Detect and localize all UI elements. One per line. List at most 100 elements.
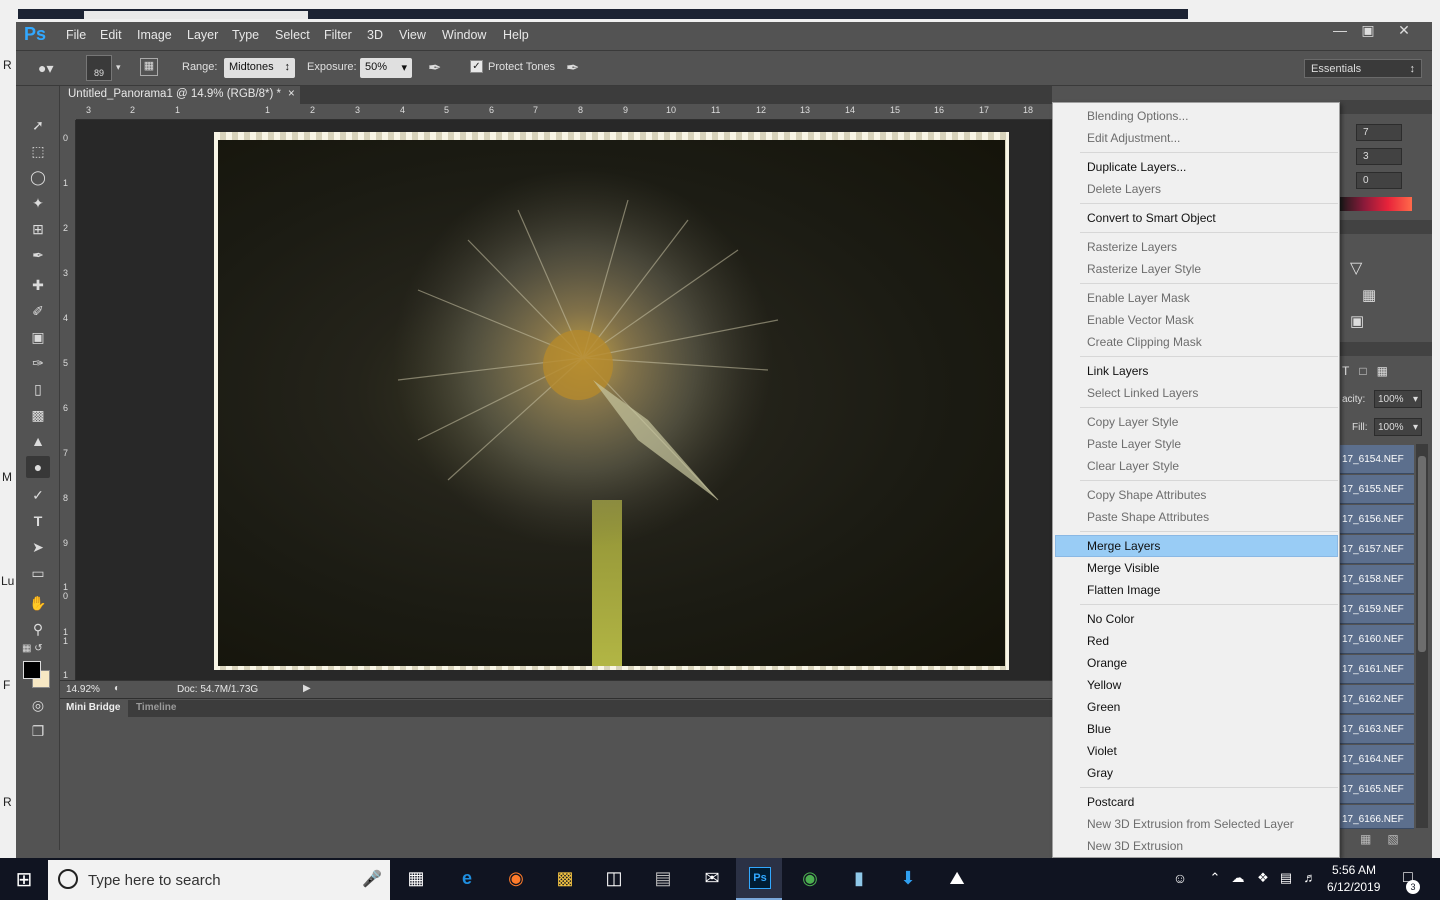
download-icon[interactable]: ⬇ [896,866,920,890]
clock-date[interactable]: 6/12/2019 [1327,880,1380,894]
layer-row[interactable]: 17_6158.NEF [1340,565,1414,594]
menu-filter[interactable]: Filter [324,28,352,42]
dropbox-icon[interactable]: ❖ [1251,866,1275,890]
maximize-button[interactable]: ▣ [1350,22,1386,42]
sponge-tool-preset-icon[interactable]: ●▾ [38,60,68,76]
photoshop-icon[interactable]: Ps [749,867,771,889]
opacity-field[interactable]: 100% ▾ [1374,390,1422,408]
people-icon[interactable]: ☺ [1168,866,1192,890]
zoom-level[interactable]: 14.92% [66,684,100,695]
app-icon[interactable]: ▤ [651,866,675,890]
network-icon[interactable]: ▤ [1274,866,1298,890]
gradient-map-icon[interactable]: ▣ [1350,312,1364,330]
history-brush-tool-icon[interactable]: ✑ [26,352,50,374]
layer-footer-icons[interactable]: ▦▧ [1340,830,1432,850]
menu-3d[interactable]: 3D [367,28,383,42]
table-adjustment-icon[interactable]: ▦ [1362,286,1376,304]
menu-item-blue[interactable]: Blue [1087,722,1111,736]
menu-item-enable-layer-mask[interactable]: Enable Layer Mask [1087,291,1190,305]
fill-field[interactable]: 100% ▾ [1374,418,1422,436]
layer-row[interactable]: 17_6160.NEF [1340,625,1414,654]
menu-item-violet[interactable]: Violet [1087,744,1117,758]
layer-row[interactable]: 17_6165.NEF [1340,775,1414,804]
layer-filter-icons[interactable]: T□▦ [1342,364,1398,378]
menu-item-red[interactable]: Red [1087,634,1109,648]
menu-item-paste-layer-style[interactable]: Paste Layer Style [1087,437,1181,451]
quick-mask-icon[interactable]: ◎ [26,694,50,716]
menu-item-merge-visible[interactable]: Merge Visible [1087,561,1159,575]
notes-icon[interactable]: ▮ [847,866,871,890]
menu-item-rasterize-layers[interactable]: Rasterize Layers [1087,240,1177,254]
menu-item-blending-options[interactable]: Blending Options... [1087,109,1188,123]
menu-view[interactable]: View [399,28,426,42]
eyedropper-tool-icon[interactable]: ✒ [26,244,50,266]
healing-brush-tool-icon[interactable]: ✚ [26,274,50,296]
layer-row[interactable]: 17_6155.NEF [1340,475,1414,504]
menu-item-duplicate-layers[interactable]: Duplicate Layers... [1087,160,1186,174]
menu-item-postcard[interactable]: Postcard [1087,795,1134,809]
start-icon[interactable]: ⊞ [12,868,36,892]
menu-item-orange[interactable]: Orange [1087,656,1127,670]
layer-row[interactable]: 17_6159.NEF [1340,595,1414,624]
store-icon[interactable]: ◫ [602,866,626,890]
path-select-tool-icon[interactable]: ➤ [26,536,50,558]
brush-panel-icon[interactable]: ▦ [140,58,158,76]
hand-tool-icon[interactable]: ✋ [26,592,50,614]
quick-select-tool-icon[interactable]: ✦ [26,192,50,214]
brush-size-picker[interactable]: 89 [86,55,112,81]
menu-item-edit-adjustment[interactable]: Edit Adjustment... [1087,131,1180,145]
menu-item-enable-vector-mask[interactable]: Enable Vector Mask [1087,313,1194,327]
microphone-icon[interactable]: 🎤 [362,869,382,889]
brush-tool-icon[interactable]: ✐ [26,300,50,322]
layer-row[interactable]: 17_6166.NEF [1340,805,1414,829]
gradient-tool-icon[interactable]: ▩ [26,404,50,426]
zoom-tool-icon[interactable]: ⚲ [26,618,50,640]
tab-timeline[interactable]: Timeline [136,702,176,713]
menu-item-paste-shape-attributes[interactable]: Paste Shape Attributes [1087,510,1209,524]
blue-value-field[interactable]: 0 [1356,172,1402,189]
menu-item-select-linked-layers[interactable]: Select Linked Layers [1087,386,1198,400]
task-view-icon[interactable]: ▦ [404,866,428,890]
default-colors-icon[interactable]: ▦ ↺ [22,643,43,654]
menu-item-no-color[interactable]: No Color [1087,612,1134,626]
mail-icon[interactable]: ✉ [700,866,724,890]
menu-window[interactable]: Window [442,28,486,42]
menu-item-convert-smart-object[interactable]: Convert to Smart Object [1087,211,1216,225]
menu-edit[interactable]: Edit [100,28,122,42]
menu-type[interactable]: Type [232,28,259,42]
chevron-down-icon[interactable]: ▾ [116,62,121,73]
photos-icon[interactable]: ⛰ [945,866,969,890]
menu-image[interactable]: Image [137,28,172,42]
type-tool-icon[interactable]: T [26,510,50,532]
close-tab-icon[interactable]: × [288,88,295,100]
menu-item-create-clipping-mask[interactable]: Create Clipping Mask [1087,335,1202,349]
dandelion-photo[interactable] [218,140,1005,666]
menu-item-yellow[interactable]: Yellow [1087,678,1121,692]
menu-item-copy-layer-style[interactable]: Copy Layer Style [1087,415,1178,429]
menu-layer[interactable]: Layer [187,28,218,42]
menu-help[interactable]: Help [503,28,529,42]
red-value-field[interactable]: 7 [1356,124,1402,141]
clone-stamp-tool-icon[interactable]: ▣ [26,326,50,348]
curves-adjustment-icon[interactable]: ▽ [1350,258,1362,278]
file-explorer-icon[interactable]: ▩ [553,866,577,890]
pressure-icon[interactable]: ✒ [566,58,579,78]
menu-item-new-3d-extrusion-selected[interactable]: New 3D Extrusion from Selected Layer [1087,817,1294,831]
move-tool-icon[interactable]: ➚ [26,114,50,136]
green-value-field[interactable]: 3 [1356,148,1402,165]
layer-row[interactable]: 17_6164.NEF [1340,745,1414,774]
layer-row[interactable]: 17_6162.NEF [1340,685,1414,714]
marquee-tool-icon[interactable]: ⬚ [26,140,50,162]
sponge-tool-icon[interactable]: ● [26,456,50,478]
close-button[interactable]: ✕ [1386,22,1422,42]
workspace-select[interactable]: Essentials ↕ [1304,59,1422,78]
color-ramp[interactable] [1340,197,1412,211]
cloud-icon[interactable]: ☁ [1226,866,1250,890]
layer-row[interactable]: 17_6161.NEF [1340,655,1414,684]
rectangle-tool-icon[interactable]: ▭ [26,562,50,584]
chevron-up-icon[interactable]: ⌃ [1203,866,1227,890]
protect-tones-checkbox[interactable]: ✓ [470,60,483,73]
menu-select[interactable]: Select [275,28,310,42]
edge-icon[interactable]: e [455,866,479,890]
lasso-tool-icon[interactable]: ◯ [26,166,50,188]
